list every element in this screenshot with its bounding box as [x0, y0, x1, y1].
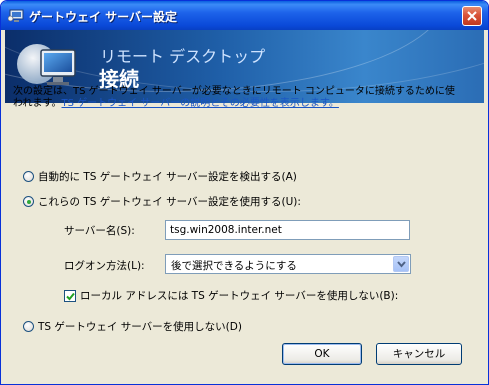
radio-do-not-use[interactable]: TS ゲートウェイ サーバーを使用しない(D) [23, 319, 242, 334]
gateway-help-link[interactable]: TS ゲートウェイ サーバーの説明とその必要性を表示します。 [62, 98, 339, 109]
radio-button[interactable] [23, 321, 34, 332]
radio-button-selected[interactable] [23, 196, 34, 207]
chevron-down-icon [397, 261, 406, 268]
close-button[interactable] [462, 6, 482, 26]
checkmark-icon [66, 292, 75, 300]
dialog-window: ゲートウェイ サーバー設定 リモート デスクトップ 接続 次の設定は、TS ゲー… [0, 0, 489, 385]
logon-method-label: ログオン方法(L): [64, 260, 145, 272]
bypass-local-checkbox[interactable] [64, 289, 76, 302]
server-name-label: サーバー名(S): [64, 225, 135, 237]
logon-method-value: 後で選択できるようにする [171, 260, 297, 272]
cancel-button[interactable]: キャンセル [376, 343, 462, 365]
close-icon [467, 11, 477, 21]
remote-desktop-icon [7, 8, 24, 22]
radio-button[interactable] [23, 171, 34, 182]
ok-button[interactable]: OK [282, 343, 362, 365]
bypass-local-checkbox-row[interactable]: ローカル アドレスには TS ゲートウェイ サーバーを使用しない(B): [64, 288, 398, 303]
radio-auto-detect[interactable]: 自動的に TS ゲートウェイ サーバー設定を検出する(A) [23, 169, 297, 184]
radio-use-settings[interactable]: これらの TS ゲートウェイ サーバー設定を使用する(U): [23, 194, 301, 209]
server-name-input[interactable]: tsg.win2008.inter.net [165, 220, 410, 240]
title-bar[interactable]: ゲートウェイ サーバー設定 [1, 1, 488, 30]
logon-method-select[interactable]: 後で選択できるようにする [165, 254, 411, 274]
description-text: 次の設定は、TS ゲートウェイ サーバーが必要なときにリモート コンピュータに接… [13, 86, 455, 109]
dropdown-button[interactable] [393, 256, 409, 272]
window-title: ゲートウェイ サーバー設定 [29, 10, 178, 24]
